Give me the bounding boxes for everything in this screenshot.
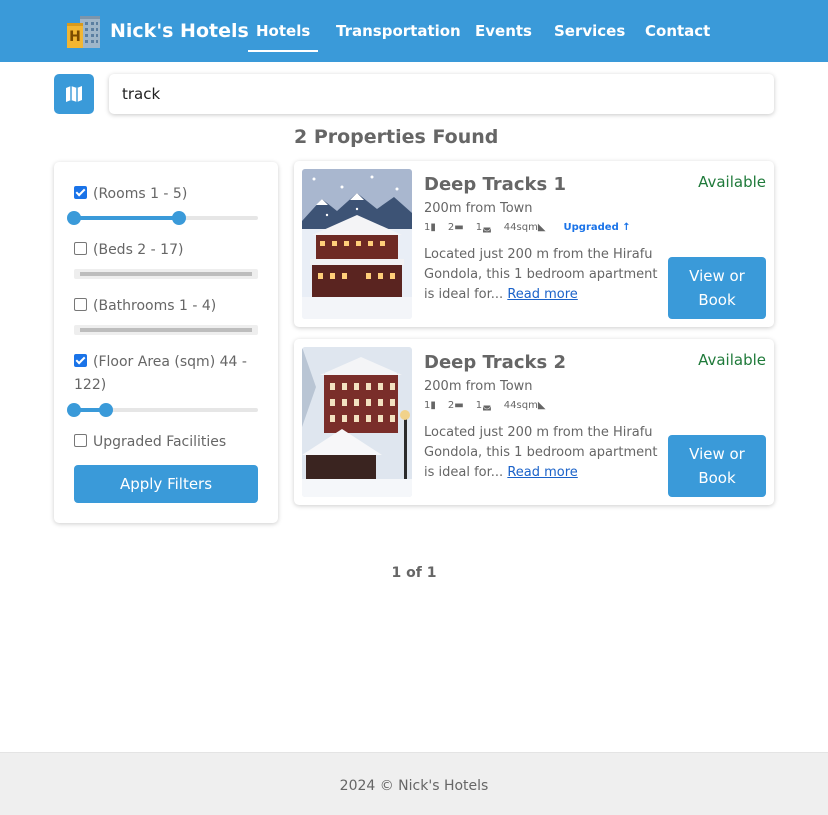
filter-rooms[interactable]: (Rooms 1 - 5)	[74, 183, 258, 206]
bathrooms-checkbox[interactable]	[74, 298, 87, 311]
nav-contact[interactable]: Contact	[645, 0, 710, 62]
rooms-count: 1▮	[424, 400, 436, 411]
beds-label: (Beds 2 - 17)	[93, 242, 184, 258]
svg-text:H: H	[69, 29, 81, 45]
bath-icon: ◛	[482, 222, 492, 233]
door-icon: ▮	[430, 400, 436, 411]
rooms-slider[interactable]	[67, 211, 258, 225]
map-icon	[66, 86, 82, 102]
bathrooms-label: (Bathrooms 1 - 4)	[93, 298, 217, 314]
floor-area-slider-max-handle[interactable]	[99, 403, 113, 417]
apply-filters-button[interactable]: Apply Filters	[74, 465, 258, 503]
availability-status: Available	[698, 173, 766, 191]
floor-area-label: (Floor Area (sqm) 44 - 122)	[74, 354, 247, 393]
filter-floor-area[interactable]: (Floor Area (sqm) 44 - 122)	[74, 351, 258, 397]
upgraded-label: Upgraded Facilities	[93, 434, 227, 450]
property-card: Deep Tracks 2 200m from Town 1▮ 2▬ 1◛ 44…	[294, 339, 774, 505]
bed-icon: ▬	[454, 400, 464, 411]
property-title[interactable]: Deep Tracks 2	[424, 352, 566, 373]
property-card: Deep Tracks 1 200m from Town 1▮ 2▬ 1◛ 44…	[294, 161, 774, 327]
area-size: 44sqm◣	[503, 400, 546, 411]
floor-area-slider-min-handle[interactable]	[67, 403, 81, 417]
bath-icon: ◛	[482, 400, 492, 411]
brand-name: Nick's Hotels	[110, 20, 249, 42]
upgraded-checkbox[interactable]	[74, 434, 87, 447]
hotel-building-icon: H	[67, 16, 100, 48]
search-input[interactable]	[109, 74, 774, 114]
property-image[interactable]	[302, 347, 412, 497]
filter-panel: (Rooms 1 - 5) (Beds 2 - 17) (Bathrooms 1…	[54, 162, 278, 523]
area-icon: ◣	[537, 222, 546, 233]
nav-transportation[interactable]: Transportation	[336, 0, 461, 62]
rooms-slider-min-handle[interactable]	[67, 211, 81, 225]
rooms-slider-max-handle[interactable]	[172, 211, 186, 225]
property-description: Located just 200 m from the Hirafu Gondo…	[424, 247, 658, 302]
read-more-link[interactable]: Read more	[507, 287, 577, 302]
property-amenities: 1▮ 2▬ 1◛ 44sqm◣ Upgraded ↑	[424, 222, 631, 233]
rooms-label: (Rooms 1 - 5)	[93, 186, 188, 202]
nav-events[interactable]: Events	[475, 0, 532, 62]
area-icon: ◣	[537, 400, 546, 411]
results-count-title: 2 Properties Found	[294, 126, 499, 148]
availability-status: Available	[698, 351, 766, 369]
bathrooms-slider[interactable]	[74, 325, 258, 335]
bed-icon: ▬	[454, 222, 464, 233]
baths-count: 1◛	[475, 400, 492, 411]
upgraded-badge: Upgraded ↑	[563, 222, 631, 233]
property-title[interactable]: Deep Tracks 1	[424, 174, 566, 195]
brand-logo[interactable]: H Nick's Hotels	[66, 14, 249, 48]
read-more-link[interactable]: Read more	[507, 465, 577, 480]
rooms-slider-fill	[74, 216, 179, 220]
filter-bathrooms[interactable]: (Bathrooms 1 - 4)	[74, 295, 258, 318]
floor-area-slider[interactable]	[67, 403, 258, 417]
filter-beds[interactable]: (Beds 2 - 17)	[74, 239, 258, 262]
nav-services[interactable]: Services	[554, 0, 625, 62]
property-amenities: 1▮ 2▬ 1◛ 44sqm◣	[424, 400, 546, 411]
baths-count: 1◛	[475, 222, 492, 233]
rooms-count: 1▮	[424, 222, 436, 233]
property-image[interactable]	[302, 169, 412, 319]
view-or-book-button[interactable]: View or Book	[668, 435, 766, 497]
navbar: H Nick's Hotels Hotels Transportation Ev…	[0, 0, 828, 62]
beds-count: 2▬	[447, 222, 464, 233]
pagination: 1 of 1	[391, 565, 437, 581]
filter-upgraded[interactable]: Upgraded Facilities	[74, 431, 258, 454]
property-distance: 200m from Town	[424, 201, 533, 216]
property-distance: 200m from Town	[424, 379, 533, 394]
beds-slider[interactable]	[74, 269, 258, 279]
map-view-button[interactable]	[54, 74, 94, 114]
beds-checkbox[interactable]	[74, 242, 87, 255]
floor-area-checkbox[interactable]	[74, 354, 87, 367]
nav-hotels[interactable]: Hotels	[247, 0, 319, 62]
rooms-checkbox[interactable]	[74, 186, 87, 199]
door-icon: ▮	[430, 222, 436, 233]
area-size: 44sqm◣	[503, 222, 546, 233]
footer: 2024 © Nick's Hotels	[0, 752, 828, 815]
view-or-book-button[interactable]: View or Book	[668, 257, 766, 319]
beds-count: 2▬	[447, 400, 464, 411]
property-description: Located just 200 m from the Hirafu Gondo…	[424, 425, 658, 480]
